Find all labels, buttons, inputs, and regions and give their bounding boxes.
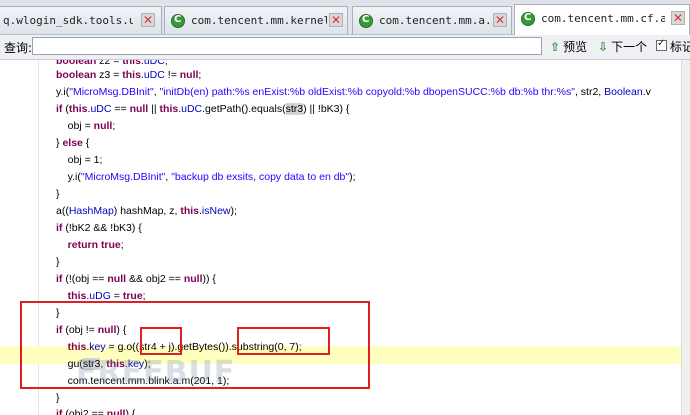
- next-label: 下一个: [611, 40, 648, 54]
- vertical-scrollbar[interactable]: [681, 60, 690, 415]
- search-input[interactable]: [32, 37, 542, 55]
- code-line: y.i("MicroMsg.DBInit", "initDb(en) path:…: [56, 86, 651, 98]
- arrow-up-icon: ⇧: [550, 40, 561, 54]
- tab-label: com.tencent.mm.a.o: [379, 14, 491, 27]
- code-editor[interactable]: boolean z2 = this.uDC; boolean z3 = this…: [0, 60, 690, 415]
- tab-wlogin-util[interactable]: q.wlogin_sdk.tools.util ✕: [0, 6, 162, 34]
- class-file-icon: [171, 14, 185, 28]
- code-line: }: [56, 188, 60, 200]
- annotation-box-concat: [140, 327, 182, 355]
- close-icon[interactable]: ✕: [141, 13, 155, 27]
- mark-label: 标记: [670, 40, 690, 54]
- next-button[interactable]: ⇩ 下一个: [598, 38, 647, 56]
- tab-label: com.tencent.mm.cf.a: [541, 12, 665, 25]
- code-line: if (obj2 == null) {: [56, 408, 136, 415]
- code-line: if (this.uDC == null || this.uDC.getPath…: [56, 103, 350, 115]
- code-line: obj = 1;: [56, 154, 103, 166]
- arrow-down-icon: ⇩: [598, 40, 609, 54]
- class-file-icon: [359, 14, 373, 28]
- mark-checkbox[interactable]: [656, 38, 667, 51]
- code-line: if (!bK2 && !bK3) {: [56, 222, 142, 234]
- find-label: 查询:: [4, 41, 33, 55]
- find-bar: 查询: ⇧预览 ⇩下一个 标记: [0, 35, 690, 60]
- annotation-box-substring: [237, 327, 330, 355]
- preview-label: 预览: [563, 40, 588, 54]
- code-line: return true;: [67, 239, 124, 251]
- close-icon[interactable]: ✕: [671, 11, 685, 25]
- code-line: obj = null;: [56, 120, 116, 132]
- close-icon[interactable]: ✕: [493, 13, 507, 27]
- code-line: }: [56, 256, 60, 268]
- tab-kernel-a[interactable]: com.tencent.mm.kernel.a ✕: [164, 6, 348, 34]
- code-line: a((HashMap) hashMap, z, this.isNew);: [56, 205, 237, 217]
- code-line: } else {: [56, 137, 90, 149]
- class-file-icon: [521, 12, 535, 26]
- code-line: boolean z3 = this.uDC != null;: [56, 69, 202, 81]
- tab-cf-a[interactable]: com.tencent.mm.cf.a ✕: [514, 4, 690, 35]
- code-line: y.i("MicroMsg.DBInit", "backup db exsits…: [56, 171, 356, 183]
- preview-button[interactable]: ⇧ 预览: [550, 38, 587, 56]
- tab-a-o[interactable]: com.tencent.mm.a.o ✕: [352, 6, 512, 34]
- editor-tab-bar: q.wlogin_sdk.tools.util ✕ com.tencent.mm…: [0, 0, 690, 35]
- close-icon[interactable]: ✕: [329, 13, 343, 27]
- tab-label: q.wlogin_sdk.tools.util: [3, 14, 133, 27]
- code-line: if (!(obj == null && obj2 == null)) {: [56, 273, 216, 285]
- tab-label: com.tencent.mm.kernel.a: [191, 14, 327, 27]
